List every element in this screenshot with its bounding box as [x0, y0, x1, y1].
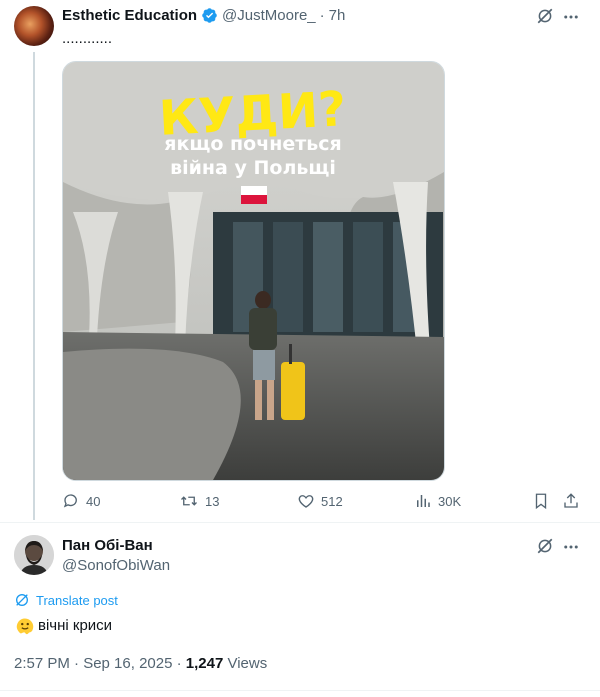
reply-text-row: вічні криси	[14, 614, 112, 636]
translate-label: Translate post	[36, 592, 118, 608]
reply-author-avatar[interactable]	[14, 535, 54, 575]
media-line-2: війна у Польщі	[170, 157, 336, 179]
reply-icon	[62, 492, 80, 510]
share-button[interactable]	[562, 492, 580, 510]
translate-icon	[14, 592, 30, 608]
reply-author-name[interactable]: Пан Обі-Ван	[62, 537, 153, 554]
bottom-divider	[0, 690, 600, 691]
bookmark-button[interactable]	[532, 492, 550, 510]
reply-views-count: 1,247	[185, 655, 224, 672]
translate-post-link[interactable]: Translate post	[14, 592, 118, 608]
reply-author-handle[interactable]: @SonofObiWan	[62, 557, 170, 574]
melting-face-emoji-icon	[14, 614, 36, 636]
author-handle[interactable]: @JustMoore_	[222, 7, 316, 24]
analytics-icon	[414, 492, 432, 510]
divider	[0, 522, 600, 523]
reply-text: вічні криси	[38, 616, 113, 634]
tweet-text: ............	[62, 30, 113, 47]
poland-flag-icon	[241, 186, 267, 204]
reply-grok-icon[interactable]	[536, 537, 554, 555]
share-icon	[562, 492, 580, 510]
tweet-media-image[interactable]: КУДИ? якщо почнеться війна у Польщі	[62, 61, 445, 481]
like-count: 512	[321, 493, 343, 509]
views-button[interactable]: 30K	[414, 492, 461, 510]
author-avatar[interactable]	[14, 6, 54, 46]
repost-icon	[179, 492, 199, 510]
repost-count: 13	[205, 493, 220, 509]
reply-more-options-icon[interactable]	[562, 538, 580, 556]
reply-count: 40	[86, 493, 101, 509]
tweet-header: Esthetic Education @JustMoore_ · 7h	[62, 7, 345, 24]
heart-icon	[297, 492, 315, 510]
grok-icon[interactable]	[536, 7, 554, 25]
reply-meta: 2:57 PM · Sep 16, 2025 · 1,247 Views	[14, 655, 267, 672]
reply-button[interactable]: 40	[62, 492, 100, 510]
reply-timestamp[interactable]: 2:57 PM · Sep 16, 2025 ·	[14, 655, 186, 672]
like-button[interactable]: 512	[297, 492, 343, 510]
dot-separator: ·	[319, 7, 325, 24]
repost-button[interactable]: 13	[179, 492, 219, 510]
reply-views-label: Views	[223, 655, 268, 672]
airport-photo: КУДИ? якщо почнеться війна у Польщі	[63, 62, 444, 480]
verified-badge-icon	[201, 7, 218, 24]
bookmark-icon	[532, 492, 550, 510]
media-line-1: якщо почнеться	[164, 133, 342, 155]
tweet-time[interactable]: 7h	[329, 7, 346, 24]
thread-line	[33, 52, 35, 520]
author-name[interactable]: Esthetic Education	[62, 7, 197, 24]
views-count: 30K	[438, 493, 462, 509]
more-options-icon[interactable]	[562, 8, 580, 26]
